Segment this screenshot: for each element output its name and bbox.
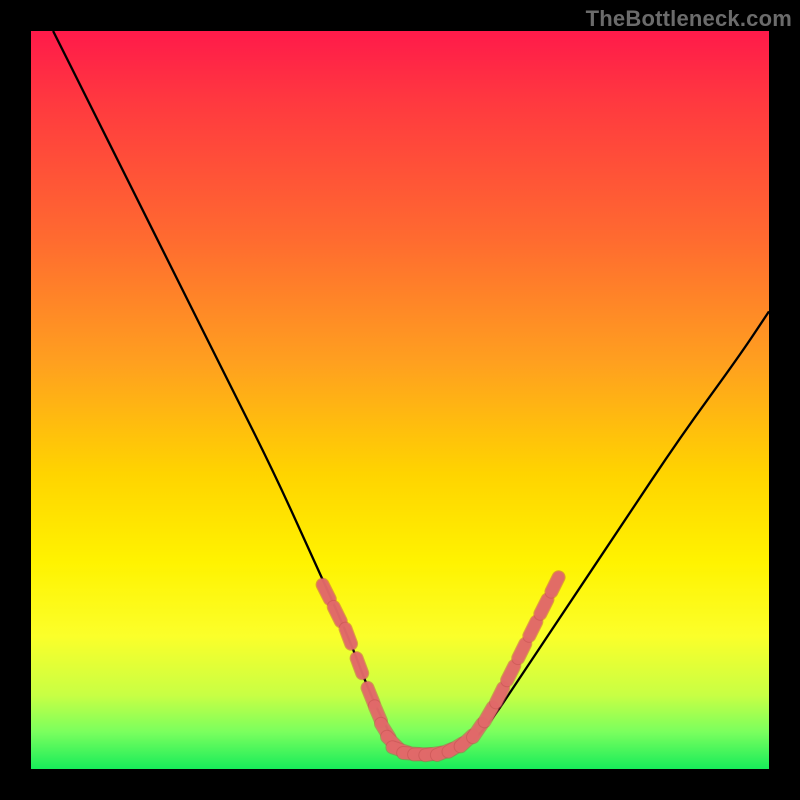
curve-layer [31,31,769,769]
highlight-markers [323,577,559,755]
highlight-dot [518,644,525,658]
curve-path-group [53,31,769,754]
highlight-dot [540,600,547,614]
watermark-text: TheBottleneck.com [586,6,792,32]
highlight-dot [496,688,503,702]
highlight-dot [551,577,558,591]
chart-frame: TheBottleneck.com [0,0,800,800]
highlight-dot [529,622,536,636]
highlight-dot [323,585,330,599]
highlight-dot [334,607,341,621]
highlight-dot [507,666,514,680]
bottleneck-curve [53,31,769,754]
highlight-dot [346,629,352,644]
highlight-dot [357,658,363,673]
highlight-dot [485,708,493,722]
